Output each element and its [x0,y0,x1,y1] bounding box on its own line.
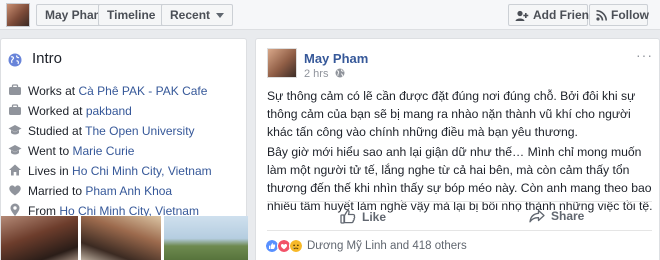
profile-top-bar: May Pham Timeline Recent Add Friend Foll… [0,0,660,30]
post-options-menu[interactable]: ··· [636,47,653,63]
timeline-label: Timeline [107,8,156,22]
intro-photo-1[interactable] [1,216,78,260]
location-pin-icon [10,203,20,216]
graduation-cap-icon [8,145,22,155]
public-globe-icon [335,68,345,78]
intro-item-prefix: Lives in [28,164,73,178]
recent-label: Recent [170,8,211,22]
sad-reaction-icon [289,239,303,253]
post-card: May Pham 2 hrs ··· Sự thông cảm có lẽ cầ… [255,38,660,260]
recent-dropdown[interactable]: Recent [161,4,234,26]
intro-card: Intro Works at Cà Phê PAK - PAK Cafe Wor… [0,38,248,260]
intro-item-prefix: Went to [28,144,73,158]
rss-icon [596,10,607,21]
intro-item-prefix: Worked at [28,104,86,118]
intro-item-prefix: Studied at [28,124,86,138]
add-friend-label: Add Friend [533,8,597,22]
intro-photo-3[interactable] [164,216,248,260]
share-arrow-icon [529,209,545,223]
intro-item-link[interactable]: Marie Curie [72,144,134,158]
home-icon [9,164,21,176]
intro-item-link[interactable]: Cà Phê PAK - PAK Cafe [78,84,207,98]
intro-photo-2[interactable] [81,216,161,260]
post-timestamp[interactable]: 2 hrs [304,68,345,80]
thumbs-up-icon [340,209,356,224]
profile-name-label: May Pham [45,8,105,22]
like-button[interactable]: Like [340,209,386,224]
post-author-avatar[interactable] [267,48,297,78]
post-action-bar: Like Share [267,201,652,231]
share-label: Share [551,209,585,223]
add-friend-icon [515,10,529,21]
graduation-cap-icon [8,125,22,135]
intro-title: Intro [32,50,63,67]
intro-item-link[interactable]: Ho Chi Minh City, Vietnam [72,164,212,178]
briefcase-icon [9,104,21,115]
intro-item-link[interactable]: pakband [86,104,132,118]
heart-icon [9,185,21,196]
intro-item-link[interactable]: The Open University [85,124,194,138]
post-author-name[interactable]: May Pham [304,51,368,66]
reactions-summary[interactable]: Dương Mỹ Linh and 418 others [307,240,467,252]
post-time-label: 2 hrs [304,68,329,80]
chevron-down-icon [216,13,225,19]
profile-thumbnail-avatar[interactable] [6,3,30,27]
follow-button[interactable]: Follow [589,4,649,26]
intro-item-link[interactable]: Pham Anh Khoa [85,184,172,198]
follow-label: Follow [611,8,649,22]
post-body: Sự thông cảm có lẽ cần được đặt đúng nơi… [267,87,655,217]
intro-item-prefix: Works at [28,84,79,98]
share-button[interactable]: Share [529,209,584,223]
like-label: Like [362,210,387,224]
add-friend-button[interactable]: Add Friend [508,4,596,26]
intro-item-prefix: Married to [28,184,86,198]
briefcase-icon [9,84,21,95]
post-paragraph: Sự thông cảm có lẽ cần được đặt đúng nơi… [267,89,636,139]
globe-icon [8,53,22,67]
